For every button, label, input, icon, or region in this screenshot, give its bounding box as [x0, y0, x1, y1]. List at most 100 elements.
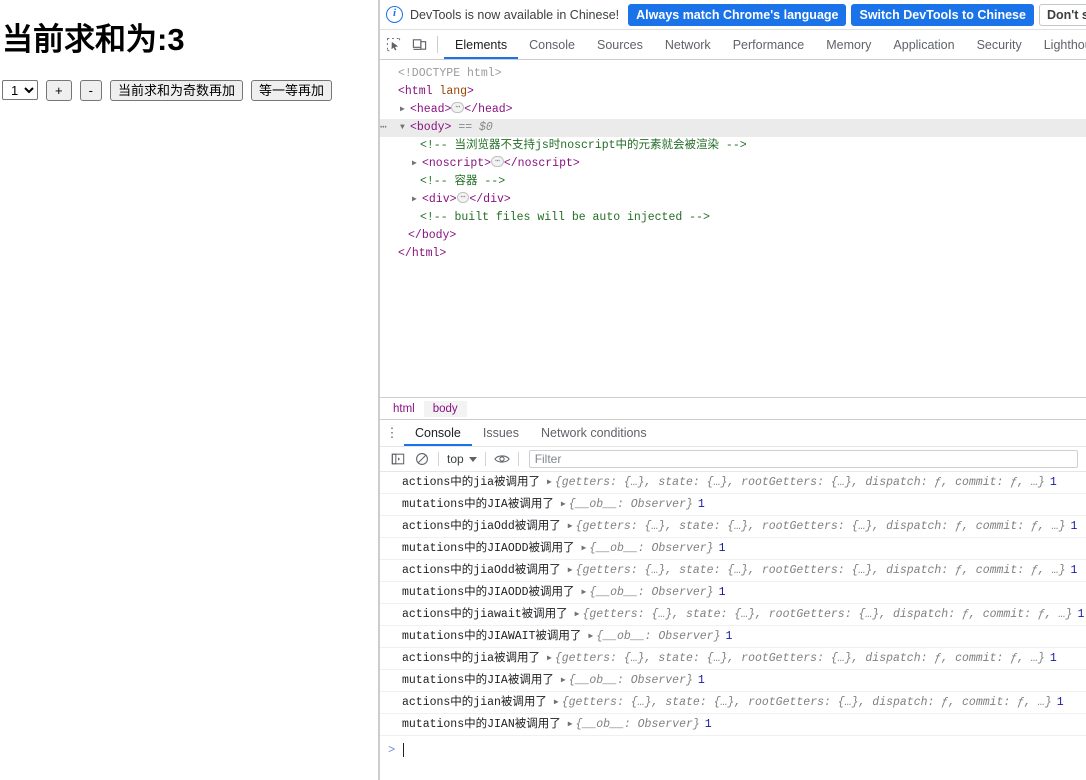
- console-log-row[interactable]: actions中的jia被调用了 ▶ {getters: {…}, state: {…: [380, 648, 1086, 670]
- increment-amount-select[interactable]: 1 2 3: [2, 80, 38, 101]
- tag-gt2: >: [572, 157, 580, 170]
- console-prompt[interactable]: >: [380, 736, 1086, 761]
- node-overflow-icon[interactable]: ⋯: [380, 119, 387, 137]
- expand-arrow-icon[interactable]: ▶: [575, 606, 580, 624]
- expand-triangle-icon[interactable]: ▶: [412, 155, 422, 173]
- log-count-badge: 1: [704, 718, 712, 731]
- tab-security[interactable]: Security: [966, 30, 1033, 59]
- clear-console-icon[interactable]: [410, 448, 434, 470]
- tab-sources[interactable]: Sources: [586, 30, 654, 59]
- console-log-row[interactable]: mutations中的JIAWAIT被调用了 ▶ {__ob__: Observer…: [380, 626, 1086, 648]
- drawer-tab-console[interactable]: Console: [404, 420, 472, 446]
- log-object-preview[interactable]: {__ob__: Observer}: [589, 586, 713, 599]
- console-messages: actions中的jia被调用了 ▶ {getters: {…}, state: {…: [380, 472, 1086, 780]
- always-match-language-button[interactable]: Always match Chrome's language: [628, 3, 847, 26]
- console-filter-input[interactable]: [528, 450, 1078, 468]
- console-sidebar-icon[interactable]: [386, 448, 410, 470]
- inspect-element-icon[interactable]: [380, 30, 406, 59]
- console-log-row[interactable]: mutations中的JIA被调用了 ▶ {__ob__: Observer} 1: [380, 494, 1086, 516]
- log-object-preview[interactable]: {__ob__: Observer}: [569, 674, 693, 687]
- console-context-selector[interactable]: top: [443, 452, 481, 466]
- comment-text: <!-- built files will be auto injected -…: [420, 211, 710, 224]
- drawer-tab-network-conditions[interactable]: Network conditions: [530, 420, 658, 446]
- tab-memory[interactable]: Memory: [815, 30, 882, 59]
- expand-arrow-icon[interactable]: ▶: [582, 584, 587, 602]
- decrement-button[interactable]: -: [79, 79, 102, 101]
- console-log-row[interactable]: actions中的jia被调用了 ▶ {getters: {…}, state: {…: [380, 472, 1086, 494]
- dom-node-html-open[interactable]: <html lang>: [380, 83, 1086, 101]
- log-count-badge: 1: [697, 674, 705, 687]
- log-object-preview[interactable]: {__ob__: Observer}: [569, 498, 693, 511]
- console-log-row[interactable]: mutations中的JIA被调用了 ▶ {__ob__: Observer} 1: [380, 670, 1086, 692]
- expand-arrow-icon[interactable]: ▶: [568, 562, 573, 580]
- collapsed-children-icon[interactable]: ⋯: [456, 192, 470, 204]
- expand-arrow-icon[interactable]: ▶: [554, 694, 559, 712]
- console-log-row[interactable]: actions中的jiawait被调用了 ▶ {getters: {…}, stat…: [380, 604, 1086, 626]
- console-log-row[interactable]: mutations中的JIAN被调用了 ▶ {__ob__: Observer} 1: [380, 714, 1086, 736]
- breadcrumb-item-html[interactable]: html: [384, 401, 424, 417]
- log-object-preview[interactable]: {getters: {…}, state: {…}, rootGetters: …: [576, 520, 1066, 533]
- tab-network[interactable]: Network: [654, 30, 722, 59]
- collapse-triangle-icon[interactable]: ▼: [400, 119, 410, 137]
- expand-arrow-icon[interactable]: ▶: [547, 474, 552, 492]
- tab-lighthouse[interactable]: Lighthouse: [1033, 30, 1086, 59]
- log-object-preview[interactable]: {getters: {…}, state: {…}, rootGetters: …: [555, 476, 1045, 489]
- dom-node-comment-noscript[interactable]: <!-- 当浏览器不支持js时noscript中的元素就会被渲染 -->: [380, 137, 1086, 155]
- tag-close: </: [398, 247, 412, 260]
- console-log-row[interactable]: mutations中的JIAODD被调用了 ▶ {__ob__: Observer}…: [380, 582, 1086, 604]
- breadcrumb-item-body[interactable]: body: [423, 400, 467, 417]
- expand-arrow-icon[interactable]: ▶: [547, 650, 552, 668]
- dom-node-html-close[interactable]: </html>: [380, 245, 1086, 263]
- dom-node-body[interactable]: ⋯ ▼ <body> == $0: [380, 119, 1086, 137]
- drawer-more-options-icon[interactable]: ⋮: [380, 420, 404, 446]
- add-if-odd-button[interactable]: 当前求和为奇数再加: [109, 79, 243, 101]
- log-object-preview[interactable]: {getters: {…}, state: {…}, rootGetters: …: [582, 608, 1072, 621]
- console-log-row[interactable]: actions中的jiaOdd被调用了 ▶ {getters: {…}, state…: [380, 516, 1086, 538]
- expand-arrow-icon[interactable]: ▶: [561, 496, 566, 514]
- log-object-preview[interactable]: {getters: {…}, state: {…}, rootGetters: …: [576, 564, 1066, 577]
- dont-show-again-button[interactable]: Don't show again: [1038, 3, 1086, 26]
- collapsed-children-icon[interactable]: ⋯: [451, 102, 465, 114]
- expand-arrow-icon[interactable]: ▶: [561, 672, 566, 690]
- switch-devtools-language-button[interactable]: Switch DevTools to Chinese: [851, 3, 1034, 26]
- tab-application[interactable]: Application: [882, 30, 965, 59]
- comment-text: <!-- 容器 -->: [420, 175, 506, 188]
- log-object-preview[interactable]: {__ob__: Observer}: [596, 630, 720, 643]
- console-log-row[interactable]: actions中的jian被调用了 ▶ {getters: {…}, state: …: [380, 692, 1086, 714]
- log-message: mutations中的JIA被调用了: [402, 674, 554, 687]
- expand-arrow-icon[interactable]: ▶: [568, 518, 573, 536]
- tag-open: <: [410, 103, 417, 116]
- log-object-preview[interactable]: {__ob__: Observer}: [576, 718, 700, 731]
- expand-arrow-icon[interactable]: ▶: [582, 540, 587, 558]
- log-object-preview[interactable]: {getters: {…}, state: {…}, rootGetters: …: [562, 696, 1052, 709]
- toolbar-separator: [484, 452, 486, 466]
- dom-node-comment-built[interactable]: <!-- built files will be auto injected -…: [380, 209, 1086, 227]
- dom-node-doctype[interactable]: <!DOCTYPE html>: [380, 65, 1086, 83]
- collapsed-children-icon[interactable]: ⋯: [491, 156, 504, 168]
- log-message: mutations中的JIAODD被调用了: [402, 542, 575, 555]
- tab-performance[interactable]: Performance: [722, 30, 816, 59]
- console-log-row[interactable]: mutations中的JIAODD被调用了 ▶ {__ob__: Observer}…: [380, 538, 1086, 560]
- expand-triangle-icon[interactable]: ▶: [400, 101, 410, 119]
- dom-node-comment-container[interactable]: <!-- 容器 -->: [380, 173, 1086, 191]
- tab-console[interactable]: Console: [518, 30, 586, 59]
- dom-node-body-close[interactable]: </body>: [380, 227, 1086, 245]
- add-later-button[interactable]: 等一等再加: [250, 79, 332, 101]
- increment-button[interactable]: +: [46, 79, 72, 101]
- tab-elements[interactable]: Elements: [444, 30, 519, 59]
- expand-arrow-icon[interactable]: ▶: [588, 628, 593, 646]
- device-toolbar-icon[interactable]: [406, 30, 432, 59]
- expand-arrow-icon[interactable]: ▶: [568, 716, 573, 734]
- log-object-preview[interactable]: {__ob__: Observer}: [589, 542, 713, 555]
- dom-node-div[interactable]: ▶ <div> ⋯ </div>: [380, 191, 1086, 209]
- live-expression-eye-icon[interactable]: [490, 448, 514, 470]
- toolbar-separator: [438, 452, 439, 466]
- drawer-tab-issues[interactable]: Issues: [472, 420, 530, 446]
- devtools-tabbar: Elements Console Sources Network Perform…: [380, 30, 1086, 60]
- dom-node-noscript[interactable]: ▶ <noscript> ⋯ </noscript>: [380, 155, 1086, 173]
- console-log-row[interactable]: actions中的jiaOdd被调用了 ▶ {getters: {…}, state…: [380, 560, 1086, 582]
- dom-node-head[interactable]: ▶ <head> ⋯ </head>: [380, 101, 1086, 119]
- expand-triangle-icon[interactable]: ▶: [412, 191, 422, 209]
- log-object-preview[interactable]: {getters: {…}, state: {…}, rootGetters: …: [555, 652, 1045, 665]
- tag-close: </: [408, 229, 422, 242]
